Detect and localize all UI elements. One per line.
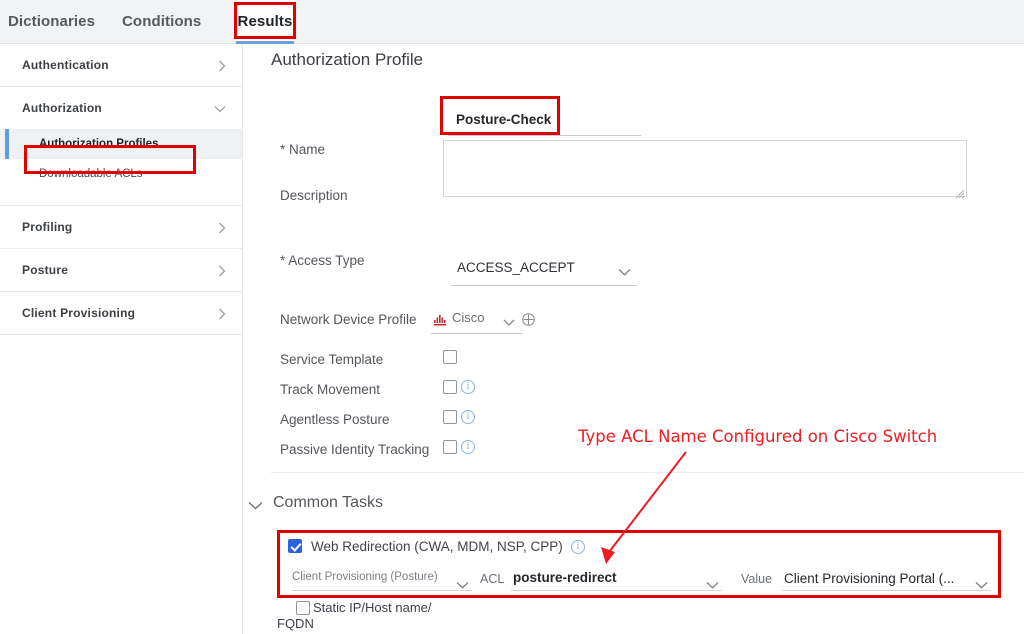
sidebar-item-downloadable-acls[interactable]: Downloadable ACLs [0, 159, 242, 189]
sidebar-item-label: Downloadable ACLs [39, 168, 143, 180]
section-divider [271, 472, 1024, 473]
sidebar-item-label: Authorization Profiles [39, 138, 158, 150]
chevron-right-icon[interactable] [218, 44, 226, 86]
description-label: Description [280, 188, 348, 203]
sidebar-item-profiling[interactable]: Profiling [0, 206, 242, 248]
acl-label: ACL [480, 572, 504, 586]
access-type-select[interactable]: ACCESS_ACCEPT [451, 256, 637, 286]
sidebar-item-label: Profiling [22, 220, 72, 234]
description-textarea[interactable] [443, 140, 967, 197]
sidebar-group-authorization: Authorization Authorization Profiles Dow… [0, 87, 242, 206]
name-input[interactable] [448, 104, 641, 136]
value-label: Value [741, 572, 772, 586]
info-icon[interactable]: i [461, 440, 475, 454]
sidebar-group-client-provisioning: Client Provisioning [0, 292, 242, 335]
sidebar-item-client-provisioning[interactable]: Client Provisioning [0, 292, 242, 334]
sidebar-item-authorization[interactable]: Authorization [0, 87, 242, 129]
static-ip-checkbox[interactable] [296, 601, 310, 615]
sidebar-item-posture[interactable]: Posture [0, 249, 242, 291]
chevron-right-icon[interactable] [218, 206, 226, 248]
acl-underline [511, 590, 722, 591]
tab-conditions[interactable]: Conditions [122, 0, 214, 44]
tab-results[interactable]: Results [236, 0, 294, 44]
network-device-profile-select[interactable]: Cisco [431, 308, 523, 334]
page-title: Authorization Profile [271, 50, 423, 70]
chevron-down-icon[interactable] [975, 576, 988, 594]
agentless-posture-checkbox[interactable] [443, 410, 457, 424]
tab-dictionaries[interactable]: Dictionaries [8, 0, 96, 44]
name-underline [448, 135, 641, 136]
static-ip-label: Static IP/Host name/ [313, 600, 513, 616]
info-icon[interactable]: i [461, 380, 475, 394]
chevron-down-icon[interactable] [214, 87, 226, 129]
track-movement-checkbox[interactable] [443, 380, 457, 394]
passive-identity-tracking-label: Passive Identity Tracking [280, 442, 429, 457]
sidebar-group-posture: Posture [0, 249, 242, 292]
track-movement-label: Track Movement [280, 382, 380, 397]
info-icon[interactable]: i [461, 410, 475, 424]
web-redirection-type-value: Client Provisioning (Posture) [292, 571, 438, 583]
info-icon[interactable]: i [571, 540, 585, 554]
web-redirection-label: Web Redirection (CWA, MDM, NSP, CPP) [311, 539, 563, 554]
service-template-checkbox[interactable] [443, 350, 457, 364]
sidebar-item-authorization-profiles[interactable]: Authorization Profiles [0, 129, 242, 159]
web-redirection-type-underline [292, 590, 472, 591]
chevron-right-icon[interactable] [218, 249, 226, 291]
web-redirection-checkbox[interactable] [288, 539, 302, 553]
chevron-down-icon[interactable] [618, 263, 631, 281]
access-type-value: ACCESS_ACCEPT [457, 260, 575, 275]
sidebar-group-authentication: Authentication [0, 44, 242, 87]
name-label: * Name [280, 142, 325, 157]
value-underline [782, 590, 991, 591]
acl-input-value[interactable]: posture-redirect [513, 570, 617, 585]
selected-accent-bar [5, 129, 9, 159]
sidebar-group-profiling: Profiling [0, 206, 242, 249]
annotation-text: Type ACL Name Configured on Cisco Switch [578, 427, 937, 446]
left-sidebar: Authentication Authorization Authorizati… [0, 44, 243, 634]
service-template-label: Service Template [280, 352, 383, 367]
ise-authorization-profile-page: Dictionaries Conditions Results Authenti… [0, 0, 1024, 634]
top-tab-bar: Dictionaries Conditions Results [0, 0, 1024, 44]
common-tasks-header: Common Tasks [273, 494, 383, 512]
sidebar-item-label: Posture [22, 263, 68, 277]
value-select-value[interactable]: Client Provisioning Portal (... [784, 571, 954, 586]
network-device-profile-label: Network Device Profile [280, 312, 417, 327]
static-ip-label-line2: FQDN [277, 616, 314, 631]
sidebar-item-authentication[interactable]: Authentication [0, 44, 242, 86]
sidebar-item-label: Authentication [22, 58, 109, 72]
access-type-label: * Access Type [280, 253, 365, 268]
chevron-down-icon[interactable] [456, 576, 469, 594]
network-device-profile-value: Cisco [452, 310, 485, 325]
sidebar-spacer [0, 189, 242, 205]
chevron-down-icon[interactable] [248, 497, 263, 515]
add-circle-icon[interactable] [522, 313, 535, 331]
sidebar-item-label: Authorization [22, 101, 102, 115]
cisco-logo-icon [434, 313, 448, 331]
sidebar-item-label: Client Provisioning [22, 306, 135, 320]
chevron-down-icon[interactable] [706, 576, 719, 594]
chevron-right-icon[interactable] [218, 292, 226, 334]
chevron-down-icon[interactable] [503, 313, 515, 331]
agentless-posture-label: Agentless Posture [280, 412, 390, 427]
passive-identity-tracking-checkbox[interactable] [443, 440, 457, 454]
